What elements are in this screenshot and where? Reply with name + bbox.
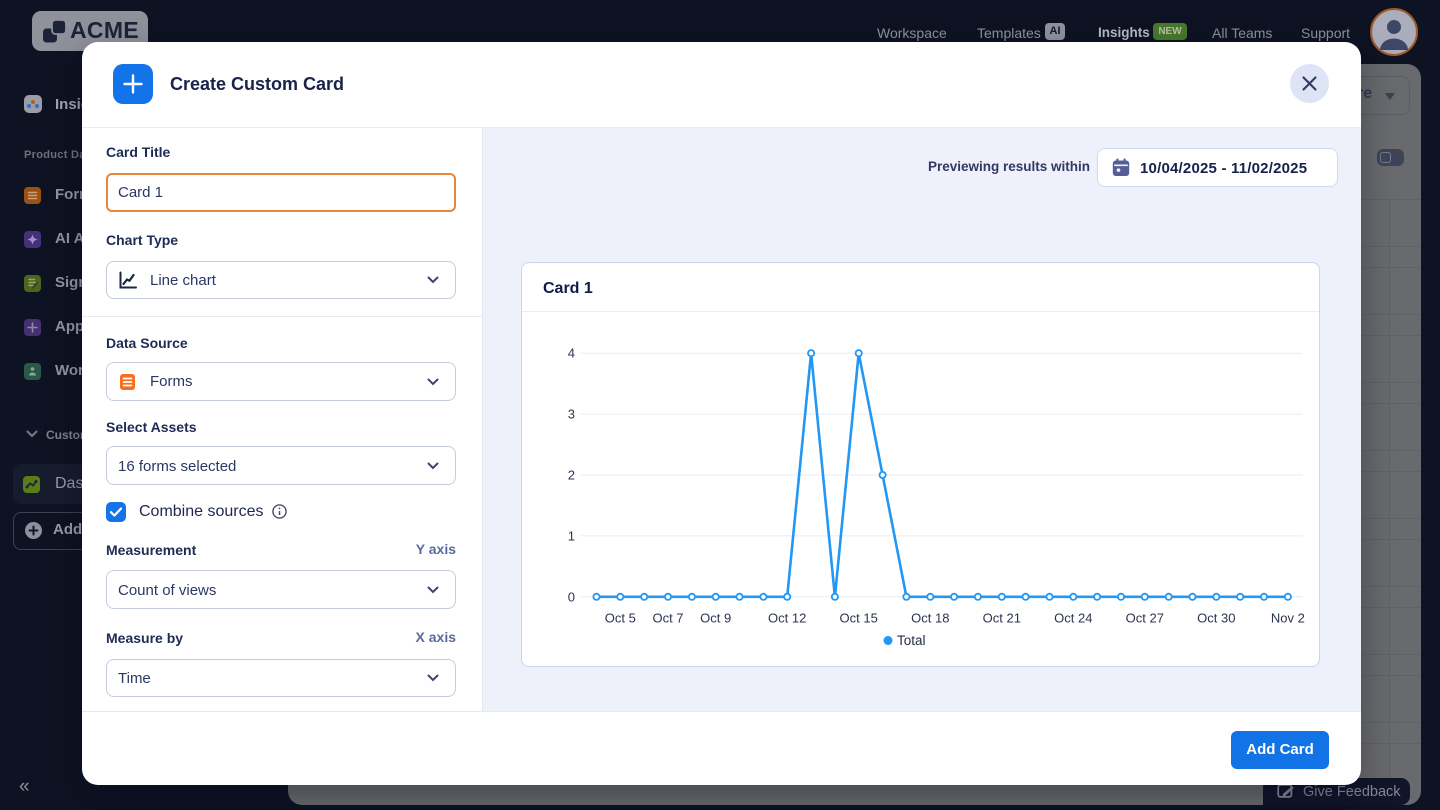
svg-text:Total: Total (897, 633, 926, 648)
svg-text:1: 1 (568, 528, 575, 543)
svg-text:3: 3 (568, 407, 575, 422)
svg-text:Nov 2: Nov 2 (1271, 611, 1305, 626)
svg-text:4: 4 (568, 346, 575, 361)
svg-text:Oct 5: Oct 5 (605, 611, 636, 626)
svg-text:Oct 12: Oct 12 (768, 611, 806, 626)
svg-text:Oct 15: Oct 15 (840, 611, 878, 626)
svg-text:Oct 27: Oct 27 (1126, 611, 1164, 626)
svg-text:Oct 18: Oct 18 (911, 611, 949, 626)
svg-text:2: 2 (568, 468, 575, 483)
svg-text:Oct 9: Oct 9 (700, 611, 731, 626)
svg-text:Oct 21: Oct 21 (983, 611, 1021, 626)
svg-text:Oct 24: Oct 24 (1054, 611, 1092, 626)
svg-text:Oct 30: Oct 30 (1197, 611, 1235, 626)
svg-text:Oct 7: Oct 7 (652, 611, 683, 626)
svg-text:0: 0 (568, 589, 575, 604)
